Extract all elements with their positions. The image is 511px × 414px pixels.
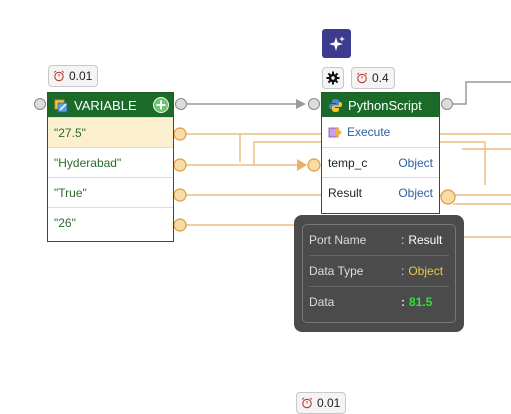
tooltip-separator: : <box>401 233 405 247</box>
port-name: Result <box>328 185 363 200</box>
variable-row[interactable]: "True" <box>48 177 173 207</box>
sparkle-icon <box>328 35 345 51</box>
tooltip-separator: : <box>401 295 405 309</box>
port-name: temp_c <box>328 155 368 170</box>
python-timer-badge: 0.4 <box>351 67 395 89</box>
tooltip-value: 81.5 <box>409 295 433 309</box>
tooltip-key: Port Name <box>309 233 367 247</box>
variable-row[interactable]: "27.5" <box>48 117 173 147</box>
variable-timer-badge: 0.01 <box>48 65 99 87</box>
bottom-timer-badge: 0.01 <box>296 392 347 414</box>
variable-row[interactable]: "26" <box>48 207 173 237</box>
ai-magic-button[interactable] <box>322 29 351 58</box>
variable-type-icon <box>54 99 68 112</box>
variable-node[interactable]: VARIABLE "27.5" "Hyderabad" "True" "26" <box>47 92 174 242</box>
port-info-tooltip: Port Name : Result Data Type : Object Da… <box>294 215 464 332</box>
tooltip-port-name-row: Port Name : Result <box>309 225 449 256</box>
alarm-clock-icon <box>301 397 313 409</box>
python-script-node[interactable]: PythonScript Execute temp_c Object Resul… <box>321 92 440 214</box>
python-logo-icon <box>329 98 342 112</box>
variable-node-title: VARIABLE <box>74 97 137 113</box>
output-port-row[interactable]: Result Object <box>322 177 439 207</box>
execute-icon <box>328 126 342 138</box>
port-type: Object <box>398 155 433 170</box>
port-type: Object <box>398 185 433 200</box>
python-node-title: PythonScript <box>348 97 422 113</box>
tooltip-key: Data <box>309 295 335 309</box>
alarm-clock-icon <box>356 72 368 84</box>
tooltip-data-row: Data : 81.5 <box>309 287 449 317</box>
variable-timer-value: 0.01 <box>69 69 93 83</box>
tooltip-content: Port Name : Result Data Type : Object Da… <box>302 224 456 323</box>
tooltip-key: Data Type <box>309 264 364 278</box>
execute-row[interactable]: Execute <box>322 117 439 147</box>
variable-row[interactable]: "Hyderabad" <box>48 147 173 177</box>
variable-node-header[interactable]: VARIABLE <box>48 93 173 117</box>
python-node-header[interactable]: PythonScript <box>322 93 439 117</box>
python-settings-button[interactable] <box>322 67 344 89</box>
tooltip-separator: : <box>401 264 405 278</box>
tooltip-value: Object <box>408 264 444 278</box>
python-timer-value: 0.4 <box>372 71 389 85</box>
alarm-clock-icon <box>53 70 65 82</box>
gear-icon <box>326 71 340 85</box>
tooltip-value: Result <box>408 233 443 247</box>
add-circle-icon[interactable] <box>153 97 169 113</box>
execute-label: Execute <box>347 125 391 139</box>
tooltip-data-type-row: Data Type : Object <box>309 256 449 287</box>
input-port-row[interactable]: temp_c Object <box>322 147 439 177</box>
